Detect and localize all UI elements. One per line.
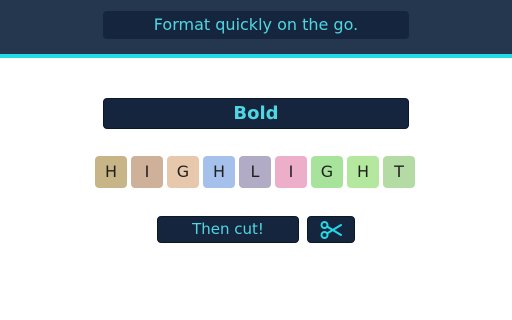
highlight-tile[interactable]: I [131, 156, 163, 188]
highlight-tile[interactable]: T [383, 156, 415, 188]
bold-button[interactable]: Bold [103, 98, 409, 129]
header-accent-line [0, 54, 512, 58]
tagline: Format quickly on the go. [103, 11, 409, 39]
highlight-tile[interactable]: H [347, 156, 379, 188]
scissors-icon [320, 220, 342, 239]
highlight-tile[interactable]: G [167, 156, 199, 188]
then-cut-button[interactable]: Then cut! [157, 216, 299, 243]
header-bar: Format quickly on the go. [0, 0, 512, 54]
cut-button[interactable] [307, 216, 355, 243]
highlight-tile[interactable]: I [275, 156, 307, 188]
highlight-tile[interactable]: L [239, 156, 271, 188]
highlight-tile[interactable]: G [311, 156, 343, 188]
highlight-tile[interactable]: H [203, 156, 235, 188]
highlight-tile[interactable]: H [95, 156, 127, 188]
